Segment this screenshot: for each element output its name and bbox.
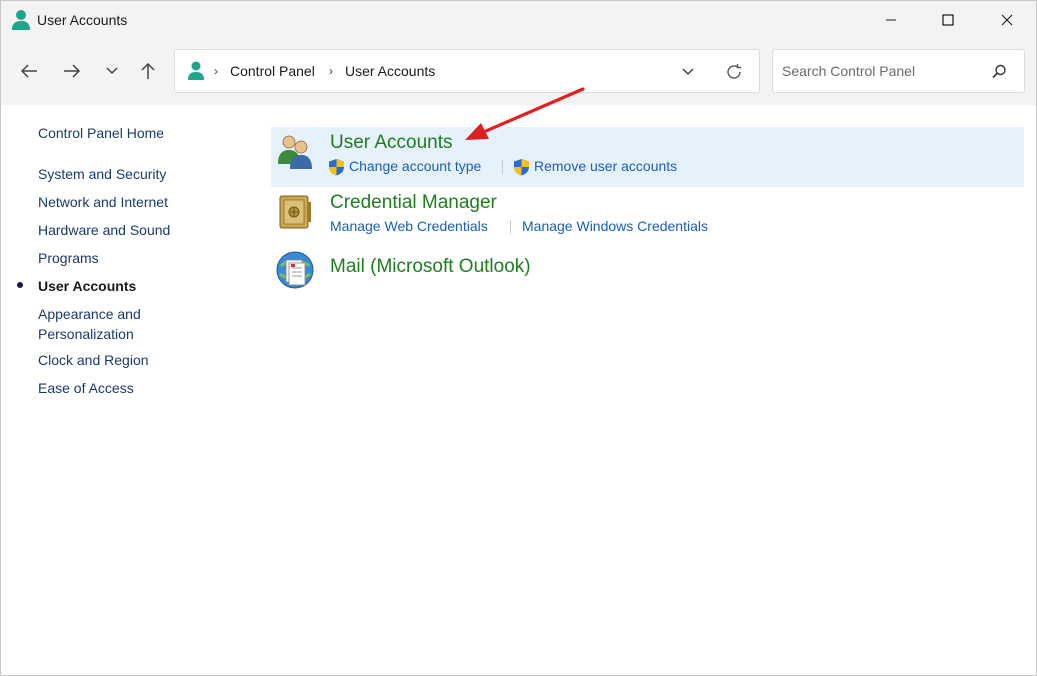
minimize-button[interactable]: [862, 1, 920, 39]
back-button[interactable]: [14, 51, 44, 91]
sidebar-item-network-and-internet[interactable]: Network and Internet: [38, 192, 168, 212]
sidebar-item-hardware-and-sound[interactable]: Hardware and Sound: [38, 220, 170, 240]
chevron-right-icon: ›: [214, 64, 218, 78]
sidebar-item-programs[interactable]: Programs: [38, 248, 99, 268]
remove-user-accounts-link[interactable]: Remove user accounts: [534, 158, 677, 174]
window-title: User Accounts: [37, 12, 128, 28]
active-indicator: [17, 282, 23, 288]
sidebar-item-personalization[interactable]: Personalization: [38, 324, 134, 344]
category-title-credential-manager[interactable]: Credential Manager: [330, 192, 497, 214]
up-button[interactable]: [133, 51, 163, 91]
mail-icon: [276, 251, 314, 289]
chevron-down-icon: [106, 67, 118, 75]
manage-windows-credentials-link[interactable]: Manage Windows Credentials: [522, 218, 708, 234]
users-icon: [278, 135, 312, 169]
sidebar-item-appearance[interactable]: Appearance and: [38, 304, 141, 324]
title-bar[interactable]: User Accounts: [1, 1, 1036, 39]
address-history-button[interactable]: [675, 60, 701, 84]
change-account-type-link[interactable]: Change account type: [349, 158, 481, 174]
recent-locations-button[interactable]: [97, 51, 127, 91]
arrow-left-icon: [20, 64, 37, 78]
user-accounts-icon: [188, 61, 204, 80]
user-accounts-icon: [12, 10, 30, 30]
arrow-up-icon: [141, 62, 155, 79]
breadcrumb-control-panel[interactable]: Control Panel: [230, 63, 315, 79]
sidebar-item-control-panel-home[interactable]: Control Panel Home: [38, 123, 164, 143]
search-placeholder: Search Control Panel: [782, 63, 916, 79]
close-icon: [1001, 14, 1013, 26]
uac-shield-icon: [329, 159, 344, 176]
link-separator: [510, 220, 511, 234]
sidebar-item-user-accounts[interactable]: User Accounts: [38, 276, 136, 296]
close-button[interactable]: [978, 1, 1036, 39]
vault-icon: [279, 195, 311, 229]
annotation-arrow-icon: [465, 87, 585, 140]
minimize-icon: [886, 19, 896, 21]
manage-web-credentials-link[interactable]: Manage Web Credentials: [330, 218, 488, 234]
maximize-button[interactable]: [919, 1, 977, 39]
chevron-down-icon: [682, 68, 694, 76]
sidebar-item-system-and-security[interactable]: System and Security: [38, 164, 166, 184]
maximize-icon: [942, 14, 954, 26]
category-title-user-accounts[interactable]: User Accounts: [330, 132, 453, 154]
refresh-button[interactable]: [721, 59, 747, 85]
chevron-right-icon[interactable]: ›: [329, 64, 333, 78]
sidebar-item-ease-of-access[interactable]: Ease of Access: [38, 378, 134, 398]
category-title-mail[interactable]: Mail (Microsoft Outlook): [330, 256, 531, 278]
refresh-icon: [727, 64, 741, 79]
control-panel-window: User Accounts › Control Panel › User Acc…: [0, 0, 1037, 676]
forward-button[interactable]: [57, 51, 87, 91]
sidebar-item-clock-and-region[interactable]: Clock and Region: [38, 350, 149, 370]
search-icon[interactable]: [989, 62, 1009, 82]
uac-shield-icon: [514, 159, 529, 176]
search-input[interactable]: Search Control Panel: [772, 49, 1025, 93]
link-separator: [502, 160, 503, 174]
arrow-right-icon: [64, 64, 81, 78]
breadcrumb-user-accounts[interactable]: User Accounts: [345, 63, 435, 79]
